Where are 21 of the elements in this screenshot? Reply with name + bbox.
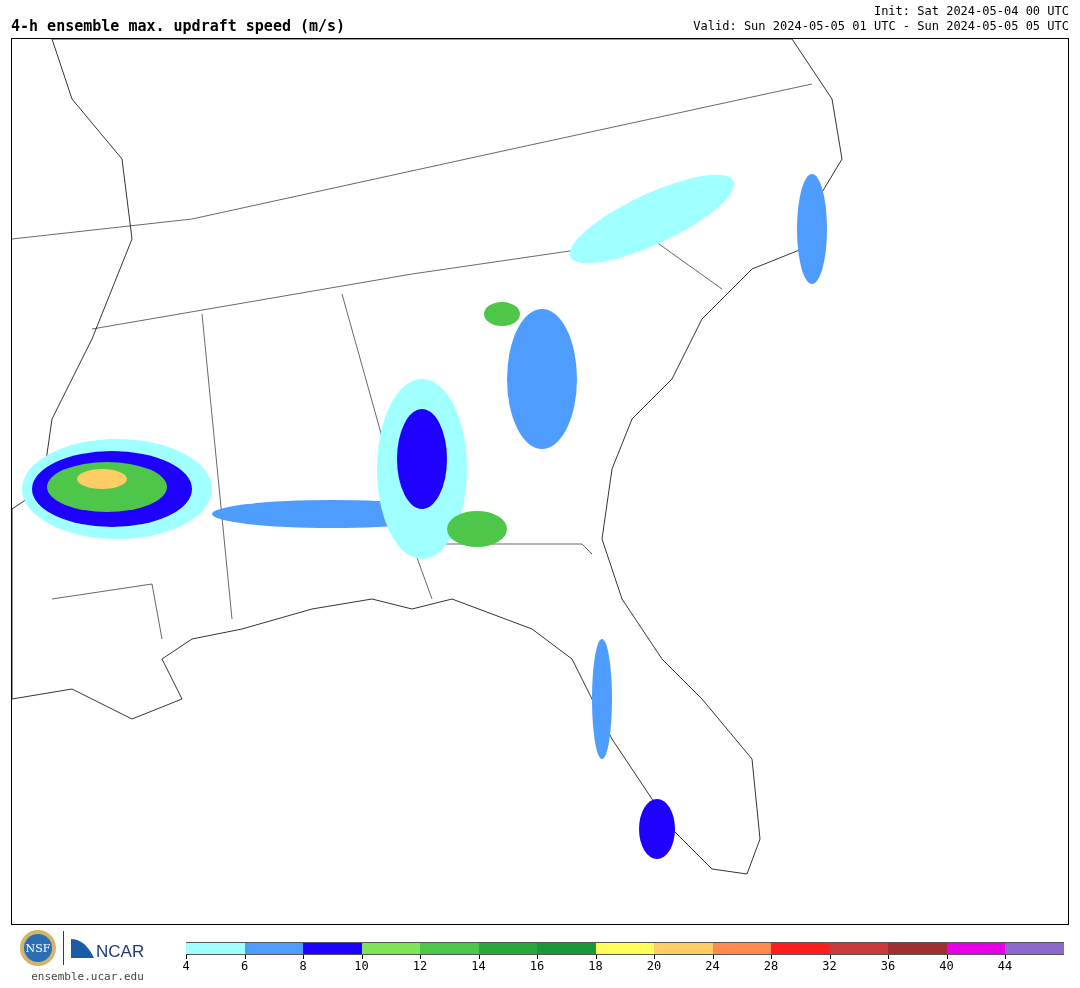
tick-label: 40 bbox=[939, 959, 954, 973]
tick-label: 44 bbox=[997, 959, 1013, 973]
chart-title: 4-h ensemble max. updraft speed (m/s) bbox=[11, 19, 346, 34]
tick-label: 14 bbox=[471, 959, 486, 973]
tick-label: 4 bbox=[182, 959, 190, 973]
tick-label: 24 bbox=[705, 959, 720, 973]
website-url: ensemble.ucar.edu bbox=[31, 969, 144, 985]
tick-label: 10 bbox=[354, 959, 369, 973]
tick-label: 6 bbox=[240, 959, 249, 973]
tick-label: 32 bbox=[822, 959, 837, 973]
tick-label: 28 bbox=[763, 959, 779, 973]
init-time: Init: Sat 2024-05-04 00 UTC bbox=[873, 4, 1069, 19]
tick-label: 8 bbox=[299, 959, 307, 973]
valid-time: Valid: Sun 2024-05-05 01 UTC - Sun 2024-05-05 05 UTC bbox=[693, 19, 1069, 34]
tick-label: 36 bbox=[880, 959, 896, 973]
tick-label: 20 bbox=[646, 959, 662, 973]
ncar-logo: NCAR bbox=[70, 936, 156, 960]
nsf-logo: NSF bbox=[19, 929, 57, 967]
tick-label: 18 bbox=[588, 959, 603, 973]
tick-label: 16 bbox=[529, 959, 545, 973]
tick-label: 12 bbox=[412, 959, 428, 973]
